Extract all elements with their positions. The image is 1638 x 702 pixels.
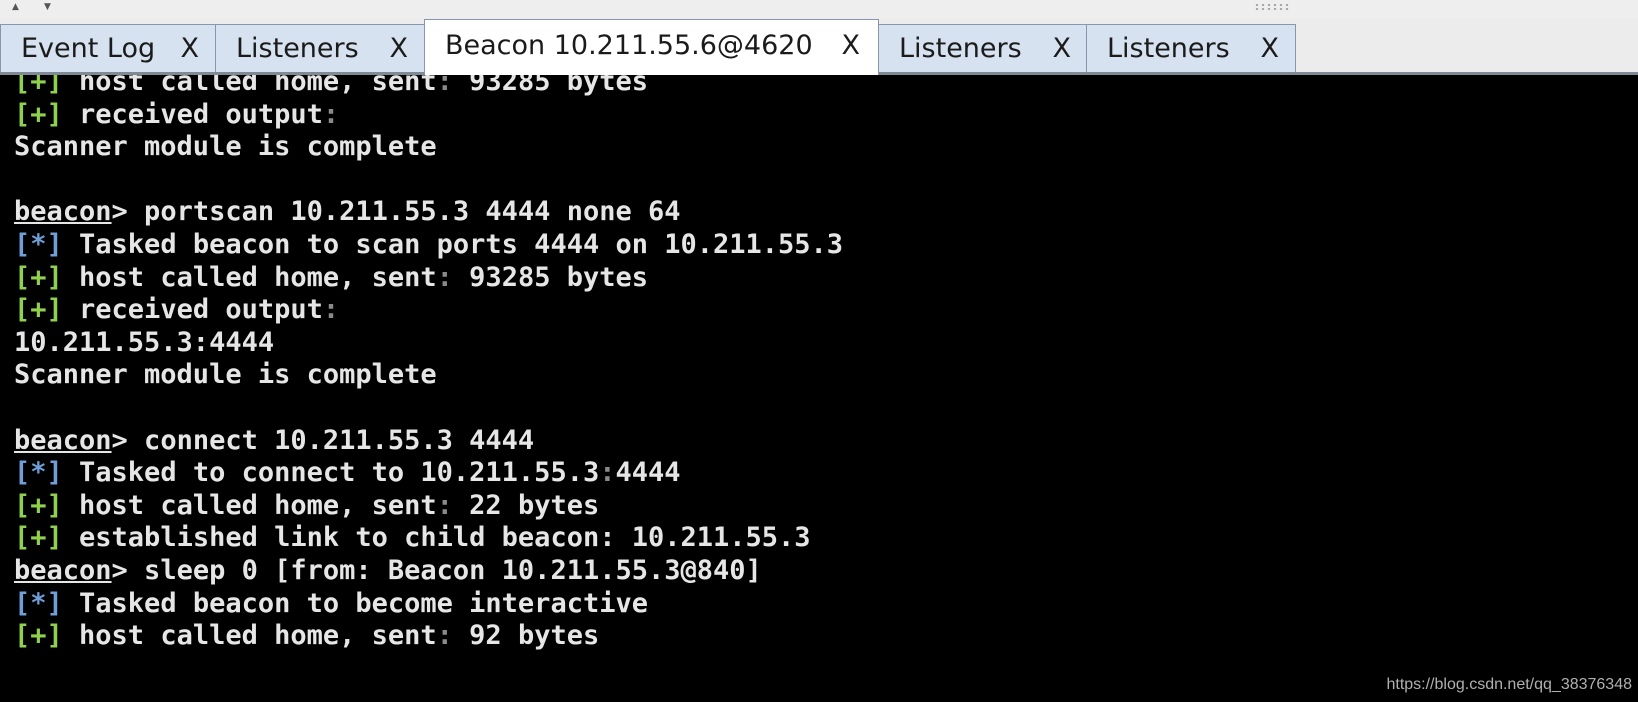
console-line: 10.211.55.3:4444 bbox=[14, 326, 274, 360]
console-text: 10.211.55.3:4444 bbox=[14, 326, 275, 358]
success-marker: [+] bbox=[14, 294, 63, 326]
console-line: [+] host called home, sent: 22 bytes bbox=[14, 489, 599, 523]
tab-label: Listeners bbox=[1107, 33, 1230, 64]
console-text: 92 bytes bbox=[452, 620, 600, 652]
console-text: Tasked beacon to become interactive bbox=[62, 587, 648, 619]
console-text: 93285 bytes bbox=[452, 261, 648, 293]
success-marker: [+] bbox=[14, 489, 63, 521]
console-text: 93285 bytes bbox=[452, 75, 648, 97]
console-text: received output bbox=[62, 294, 323, 326]
scroll-down-icon[interactable]: ▼ bbox=[44, 2, 51, 12]
success-marker: [+] bbox=[14, 620, 63, 652]
console-line: Scanner module is complete bbox=[14, 130, 437, 164]
console-text: Tasked to connect to 10.211.55.3 bbox=[62, 457, 600, 489]
beacon-prompt: beacon bbox=[14, 555, 112, 586]
console-text: 4444 bbox=[615, 457, 681, 489]
console-text: received output bbox=[62, 98, 323, 130]
console-colon: : bbox=[322, 98, 340, 130]
console-line: [+] host called home, sent: 93285 bytes bbox=[14, 75, 648, 99]
tab-label: Beacon 10.211.55.6@4620 bbox=[445, 30, 813, 61]
tab-listeners[interactable]: Listeners X bbox=[878, 24, 1088, 72]
task-marker: [*] bbox=[14, 587, 63, 619]
tab-beacon[interactable]: Beacon 10.211.55.6@4620 X bbox=[424, 19, 879, 75]
beacon-prompt: beacon bbox=[14, 196, 112, 228]
console-colon: : bbox=[322, 294, 340, 326]
console-line: [*] Tasked to connect to 10.211.55.3:444… bbox=[14, 456, 681, 490]
success-marker: [+] bbox=[14, 75, 63, 97]
console-command: > connect 10.211.55.3 4444 bbox=[111, 424, 535, 456]
console-line: Scanner module is complete bbox=[14, 358, 437, 392]
watermark: https://blog.csdn.net/qq_38376348 bbox=[1386, 676, 1632, 693]
console-line: [+] established link to child beacon: 10… bbox=[14, 521, 811, 555]
tab-close-button[interactable]: X bbox=[390, 33, 409, 64]
console-line: [+] received output: bbox=[14, 293, 339, 327]
console-text: Scanner module is complete bbox=[14, 359, 437, 391]
console-command: > portscan 10.211.55.3 4444 none 64 bbox=[111, 196, 681, 228]
console-line: [+] host called home, sent: 92 bytes bbox=[14, 619, 599, 653]
console-line: beacon> sleep 0 [from: Beacon 10.211.55.… bbox=[14, 554, 762, 588]
tab-event-log[interactable]: Event Log X bbox=[0, 24, 216, 72]
console-text: established link to child beacon: 10.211… bbox=[62, 522, 811, 554]
tab-close-button[interactable]: X bbox=[842, 30, 861, 61]
console-line: [*] Tasked beacon to scan ports 4444 on … bbox=[14, 228, 843, 262]
success-marker: [+] bbox=[14, 98, 63, 130]
console-colon: : bbox=[436, 261, 453, 293]
beacon-prompt: beacon bbox=[14, 424, 112, 456]
console-line: [+] host called home, sent: 93285 bytes bbox=[14, 261, 648, 295]
window-title-strip: ▲ ▼ bbox=[0, 0, 1638, 19]
beacon-console-output[interactable]: [+] host called home, sent: 93285 bytes[… bbox=[0, 75, 1638, 702]
console-text: host called home, sent bbox=[62, 489, 437, 521]
console-line: [+] received output: bbox=[14, 98, 339, 132]
console-text: host called home, sent bbox=[62, 620, 437, 652]
console-text: Tasked beacon to scan ports 4444 on 10.2… bbox=[62, 229, 844, 260]
scroll-up-icon[interactable]: ▲ bbox=[12, 2, 19, 12]
tab-label: Listeners bbox=[236, 33, 359, 64]
resize-grip-icon[interactable] bbox=[1254, 3, 1290, 11]
tab-label: Listeners bbox=[899, 33, 1022, 64]
console-colon: : bbox=[436, 620, 453, 652]
task-marker: [*] bbox=[14, 229, 63, 260]
console-colon: : bbox=[599, 457, 616, 489]
console-text: Scanner module is complete bbox=[14, 131, 437, 163]
tab-close-button[interactable]: X bbox=[1261, 33, 1280, 64]
tab-label: Event Log bbox=[21, 33, 156, 64]
console-line: beacon> portscan 10.211.55.3 4444 none 6… bbox=[14, 195, 681, 229]
console-text: 22 bytes bbox=[452, 489, 600, 521]
success-marker: [+] bbox=[14, 261, 63, 293]
console-text: host called home, sent bbox=[62, 75, 437, 97]
console-line: beacon> connect 10.211.55.3 4444 bbox=[14, 424, 534, 458]
console-text: host called home, sent bbox=[62, 261, 437, 293]
task-marker: [*] bbox=[14, 457, 63, 489]
console-colon: : bbox=[436, 489, 453, 521]
tab-listeners[interactable]: Listeners X bbox=[1086, 24, 1296, 72]
console-command: > sleep 0 [from: Beacon 10.211.55.3@840] bbox=[111, 555, 762, 586]
tab-listeners[interactable]: Listeners X bbox=[215, 24, 425, 72]
console-colon: : bbox=[436, 75, 453, 97]
tab-close-button[interactable]: X bbox=[181, 33, 200, 64]
tab-close-button[interactable]: X bbox=[1053, 33, 1072, 64]
console-line: [*] Tasked beacon to become interactive bbox=[14, 587, 648, 621]
success-marker: [+] bbox=[14, 522, 63, 554]
